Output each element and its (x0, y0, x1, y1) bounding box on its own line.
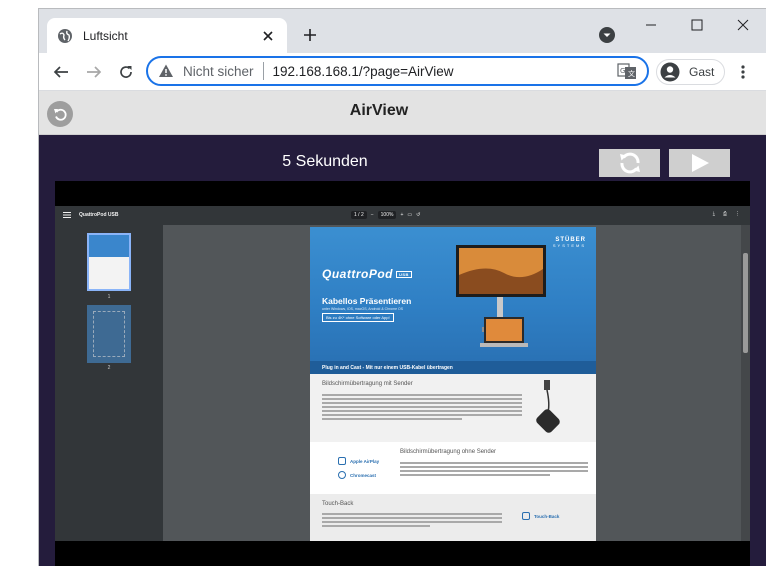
play-icon (691, 154, 709, 172)
browser-window: Luftsicht Nicht sicher 192.168.168.1/?pa… (38, 8, 766, 566)
maximize-button[interactable] (685, 15, 709, 35)
pdf-scroll-thumb (743, 253, 748, 353)
globe-icon (57, 28, 73, 44)
close-window-button[interactable] (731, 15, 755, 35)
chromecast-icon (338, 471, 346, 479)
url-text[interactable]: 192.168.168.1/?page=AirView (273, 64, 617, 79)
profile-label: Gast (689, 65, 715, 79)
doc-badge: Bis zu 4K* ohne Software oder App! (322, 313, 394, 322)
doc-section-no-sender: Bildschirmübertragung ohne Sender Apple … (310, 442, 596, 494)
close-tab-icon[interactable] (259, 27, 277, 45)
security-label[interactable]: Nicht sicher (183, 64, 254, 79)
arrow-right-icon (87, 66, 102, 78)
pdf-toolbar: QuattroPod USB 1 / 2 − 100% + ▭ ↺ ⤓ ⎙ ⋮ (55, 206, 750, 225)
forward-button[interactable] (84, 62, 104, 82)
pdf-zoom: 100% (377, 211, 397, 219)
pdf-scrollbar (741, 225, 750, 541)
reload-icon (120, 66, 132, 78)
reload-button[interactable] (116, 62, 136, 82)
pdf-filename: QuattroPod USB (79, 212, 119, 218)
zoom-out-icon: − (370, 212, 374, 218)
address-bar[interactable]: Nicht sicher 192.168.168.1/?page=AirView… (146, 56, 649, 86)
touch-icon (522, 512, 530, 520)
doc-headline: Kabellos Präsentieren (322, 296, 412, 306)
more-vertical-icon (741, 65, 745, 79)
profile-button[interactable]: Gast (656, 59, 725, 85)
countdown-label: 5 Sekunden (282, 153, 368, 170)
chromecast-link: Chromecast (338, 471, 376, 479)
minimize-icon (646, 24, 656, 26)
doc-section-title: Bildschirmübertragung mit Sender (322, 381, 413, 387)
plus-icon (304, 29, 316, 41)
page-title: AirView (349, 102, 409, 119)
doc-brand: STÜBER SYSTEMS (552, 237, 586, 248)
tab-search-button[interactable] (598, 26, 616, 44)
doc-product-name: QuattroPod USB (322, 267, 412, 281)
svg-text:文: 文 (628, 69, 635, 78)
doc-paragraph (322, 513, 502, 529)
touchback-link: Touch-Back (522, 512, 559, 520)
download-icon: ⤓ (712, 211, 715, 217)
play-button[interactable] (669, 149, 730, 177)
browser-menu-button[interactable] (735, 62, 751, 82)
translate-icon[interactable]: G文 (617, 62, 637, 80)
airplay-link: Apple AirPlay (338, 457, 379, 465)
omnibox-divider (262, 62, 264, 80)
doc-section-sender: Bildschirmübertragung mit Sender (310, 374, 596, 442)
refresh-icon (619, 152, 640, 174)
avatar-icon (660, 62, 680, 82)
airplay-icon (338, 457, 346, 465)
product-laptop-image (480, 317, 528, 347)
pdf-page: STÜBER SYSTEMS QuattroPod USB Kabellos P… (310, 227, 596, 541)
arrow-left-icon (53, 66, 68, 78)
doc-paragraph (400, 462, 588, 478)
thumbnail-page-2 (87, 305, 131, 363)
back-button[interactable] (51, 62, 71, 82)
rotate-icon: ↺ (416, 212, 421, 218)
zoom-in-icon: + (400, 212, 404, 218)
thumbnail-label: 1 (107, 294, 111, 300)
pdf-page-indicator: 1 / 2 (351, 211, 367, 219)
browser-tab[interactable]: Luftsicht (47, 18, 287, 53)
doc-section-title: Bildschirmübertragung ohne Sender (400, 449, 497, 455)
page-header: AirView (39, 91, 766, 135)
chevron-down-icon (599, 27, 615, 43)
doc-paragraph (322, 394, 522, 422)
doc-subline: unter Windows, iOS, macOS, Android & Chr… (322, 307, 404, 311)
shared-screen: QuattroPod USB 1 / 2 − 100% + ▭ ↺ ⤓ ⎙ ⋮ (55, 181, 750, 566)
thumbnail-label: 2 (107, 365, 111, 371)
svg-text:G: G (620, 67, 625, 75)
pdf-actions: ⤓ ⎙ ⋮ (713, 211, 740, 217)
maximize-icon (691, 19, 703, 31)
new-tab-button[interactable] (299, 24, 321, 46)
fit-page-icon: ▭ (407, 212, 413, 218)
tab-strip: Luftsicht (39, 9, 766, 53)
pdf-page-controls: 1 / 2 − 100% + ▭ ↺ (351, 211, 420, 219)
airview-content: 5 Sekunden QuattroPod USB 1 / 2 − 100% +… (39, 135, 766, 566)
browser-toolbar: Nicht sicher 192.168.168.1/?page=AirView… (39, 53, 766, 91)
minimize-button[interactable] (639, 15, 663, 35)
thumbnail-page-1 (87, 233, 131, 291)
pdf-thumbnail-sidebar: 1 2 (55, 225, 163, 541)
close-icon (737, 19, 749, 31)
tab-title: Luftsicht (83, 28, 128, 43)
doc-section-touchback: Touch-Back Touch-Back (310, 494, 596, 541)
print-icon: ⎙ (722, 211, 727, 217)
menu-icon (63, 212, 71, 218)
doc-section-title: Touch-Back (322, 501, 354, 507)
dongle-image (536, 380, 560, 433)
warning-icon[interactable] (158, 63, 174, 79)
refresh-button[interactable] (599, 149, 660, 177)
doc-plug-banner: Plug in and Cast - Mit nur einem USB-Kab… (310, 361, 596, 374)
more-icon: ⋮ (735, 211, 740, 217)
doc-hero: STÜBER SYSTEMS QuattroPod USB Kabellos P… (310, 227, 596, 361)
